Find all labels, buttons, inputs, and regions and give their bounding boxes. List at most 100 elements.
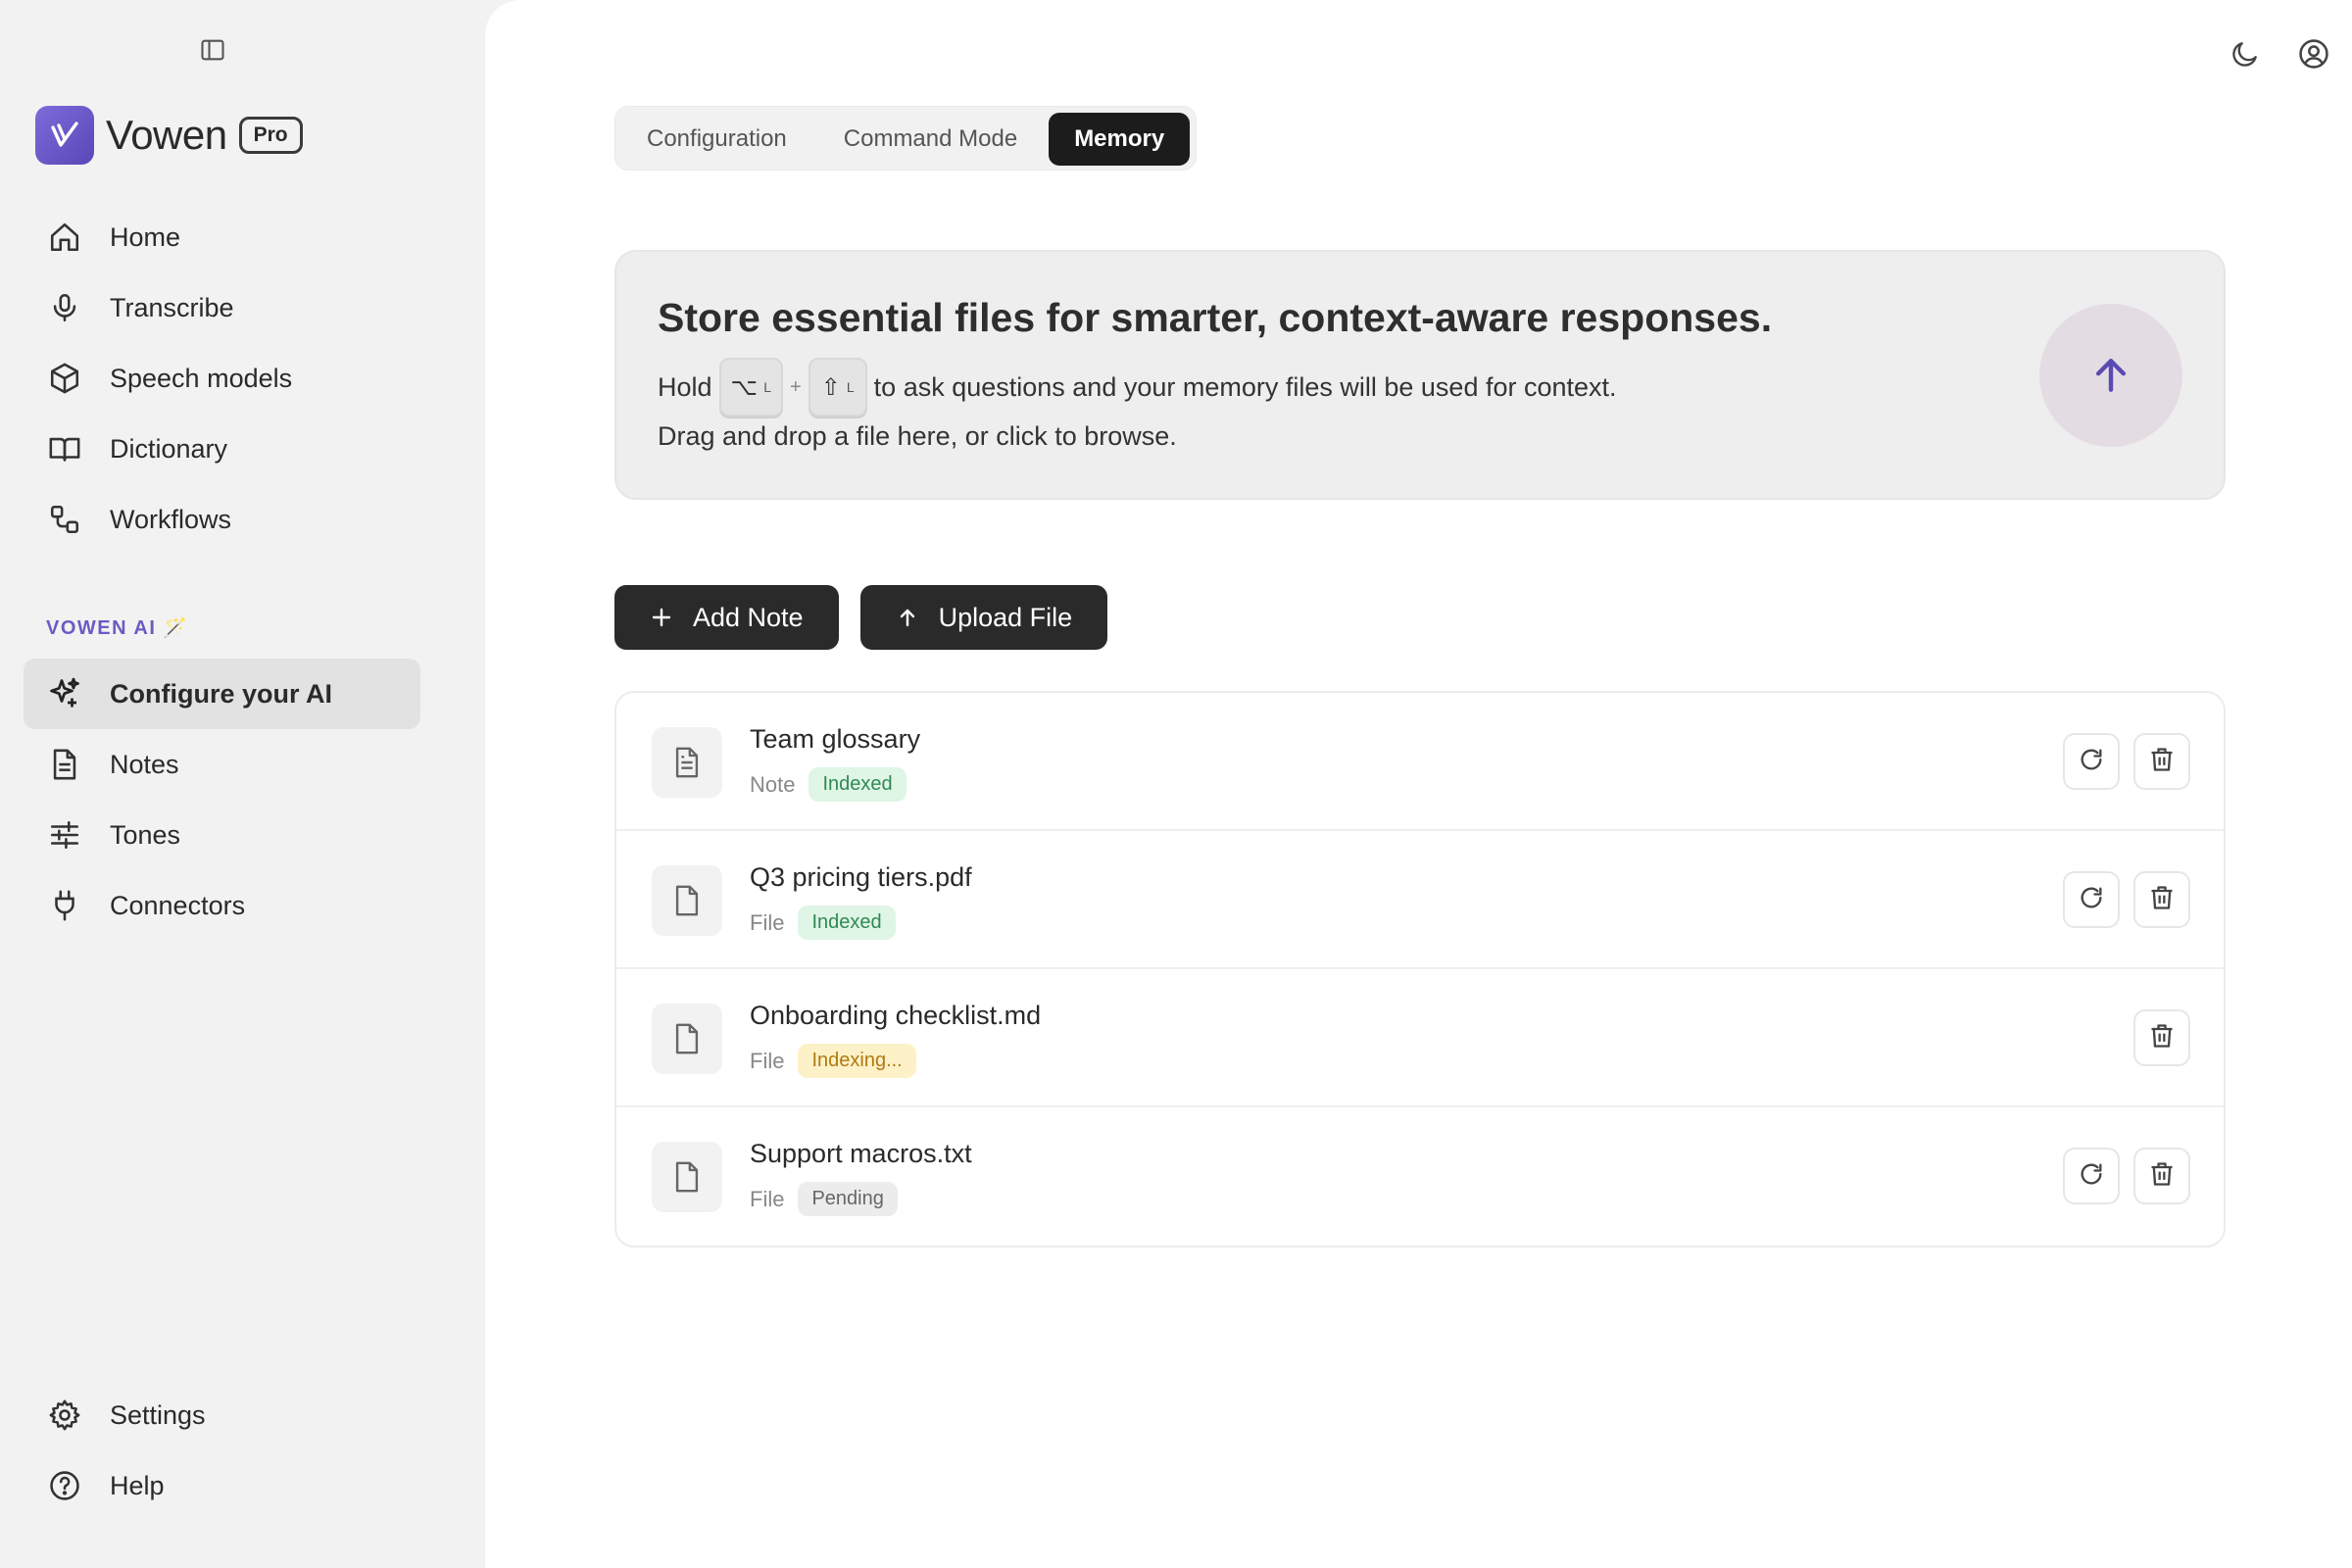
file-row[interactable]: Support macros.txt File Pending — [616, 1107, 2224, 1246]
upload-file-button[interactable]: Upload File — [859, 585, 1108, 650]
file-type: File — [750, 1048, 785, 1073]
file-icon — [652, 1142, 722, 1212]
hold-suffix-text: to ask questions and your memory files w… — [873, 371, 1617, 402]
refresh-button[interactable] — [2063, 1148, 2120, 1204]
sidebar-item-dictionary[interactable]: Dictionary — [24, 414, 420, 484]
dropzone-hint: Hold ⌥ L + ⇧ L to ask questions and your m… — [658, 358, 1617, 416]
cube-icon — [47, 361, 82, 396]
file-type: File — [750, 909, 785, 935]
option-key-glyph: ⌥ — [730, 373, 759, 401]
file-row[interactable]: Onboarding checklist.md File Indexing... — [616, 969, 2224, 1107]
arrow-up-icon — [896, 606, 919, 629]
sidebar-item-label: Configure your AI — [110, 678, 332, 709]
sidebar-item-label: Tones — [110, 819, 181, 850]
plus-icon — [650, 606, 673, 629]
delete-button[interactable] — [2133, 1148, 2190, 1204]
main-panel: Configuration Command Mode Memory Store … — [485, 0, 2352, 1568]
sidebar-item-label: Help — [110, 1470, 165, 1500]
sidebar-item-label: Workflows — [110, 504, 232, 534]
sidebar-item-tones[interactable]: Tones — [24, 800, 420, 870]
sidebar-item-settings[interactable]: Settings — [24, 1380, 420, 1450]
file-name: Support macros.txt — [750, 1139, 972, 1168]
sidebar-item-configure-ai[interactable]: Configure your AI — [24, 659, 420, 729]
status-badge: Pending — [798, 1182, 898, 1216]
file-meta: File Pending — [750, 1182, 898, 1216]
sidebar-item-label: Notes — [110, 749, 179, 779]
refresh-icon — [2078, 884, 2105, 916]
file-meta: Note Indexed — [750, 767, 906, 802]
dropzone-subtitle: Drag and drop a file here, or click to b… — [658, 421, 1177, 451]
memory-dropzone[interactable]: Store essential files for smarter, conte… — [614, 250, 2226, 500]
sidebar-item-home[interactable]: Home — [24, 202, 420, 272]
brand: Vowen Pro — [35, 106, 303, 165]
status-badge: Indexed — [808, 767, 906, 802]
delete-button[interactable] — [2133, 1009, 2190, 1066]
sidebar-item-connectors[interactable]: Connectors — [24, 870, 420, 941]
sidebar-toggle-icon[interactable] — [196, 33, 229, 67]
ai-nav: Configure your AI Notes Tones Connectors — [24, 659, 420, 941]
workflow-icon — [47, 502, 82, 537]
hold-text: Hold — [658, 371, 712, 402]
brand-name: Vowen — [106, 112, 227, 158]
note-file-icon — [652, 727, 722, 798]
add-note-button[interactable]: Add Note — [614, 585, 839, 650]
upload-file-label: Upload File — [938, 602, 1073, 632]
upload-arrow-icon[interactable] — [2039, 304, 2182, 447]
shift-key-glyph: ⇧ — [820, 373, 841, 401]
refresh-icon — [2078, 1160, 2105, 1193]
shift-key: ⇧ L — [808, 358, 867, 416]
help-icon — [47, 1468, 82, 1503]
sidebar-item-label: Connectors — [110, 890, 246, 920]
refresh-button[interactable] — [2063, 733, 2120, 790]
file-name: Team glossary — [750, 724, 921, 754]
option-key-side: L — [763, 379, 771, 395]
key-plus: + — [789, 375, 802, 398]
file-row[interactable]: Q3 pricing tiers.pdf File Indexed — [616, 831, 2224, 969]
sidebar-item-label: Home — [110, 221, 181, 252]
sidebar-item-label: Settings — [110, 1399, 206, 1430]
row-actions — [2063, 871, 2190, 928]
sidebar-item-transcribe[interactable]: Transcribe — [24, 272, 420, 343]
gear-icon — [47, 1397, 82, 1433]
trash-icon — [2148, 746, 2176, 778]
dropzone-title: Store essential files for smarter, conte… — [658, 295, 1773, 340]
memory-file-list: Team glossary Note Indexed Q3 pricing ti… — [614, 691, 2226, 1248]
trash-icon — [2148, 884, 2176, 916]
app-window: Vowen Pro Home Transcribe Speech models … — [0, 0, 2352, 1568]
file-meta: File Indexed — [750, 906, 896, 940]
home-icon — [47, 220, 82, 255]
action-bar: Add Note Upload File — [614, 585, 1108, 650]
row-actions — [2063, 733, 2190, 790]
tab-command-mode[interactable]: Command Mode — [818, 113, 1043, 166]
account-icon[interactable] — [2295, 35, 2332, 73]
tab-memory[interactable]: Memory — [1049, 113, 1191, 166]
sidebar-item-notes[interactable]: Notes — [24, 729, 420, 800]
status-badge: Indexed — [798, 906, 896, 940]
file-type: Note — [750, 771, 796, 797]
file-name: Onboarding checklist.md — [750, 1001, 1042, 1030]
file-meta: File Indexing... — [750, 1044, 916, 1078]
row-actions — [2063, 1148, 2190, 1204]
tab-configuration[interactable]: Configuration — [621, 113, 812, 166]
delete-button[interactable] — [2133, 871, 2190, 928]
file-row[interactable]: Team glossary Note Indexed — [616, 693, 2224, 831]
sidebar-item-workflows[interactable]: Workflows — [24, 484, 420, 555]
sidebar-item-help[interactable]: Help — [24, 1450, 420, 1521]
tab-bar: Configuration Command Mode Memory — [614, 106, 1198, 171]
sidebar-item-label: Dictionary — [110, 433, 228, 464]
row-actions — [2133, 1009, 2190, 1066]
add-note-label: Add Note — [693, 602, 804, 632]
sparkles-icon — [47, 676, 82, 711]
sliders-icon — [47, 817, 82, 853]
refresh-button[interactable] — [2063, 871, 2120, 928]
book-icon — [47, 431, 82, 466]
dark-mode-toggle-icon[interactable] — [2227, 35, 2264, 73]
sidebar-item-label: Speech models — [110, 363, 293, 393]
sidebar-item-speech-models[interactable]: Speech models — [24, 343, 420, 414]
sidebar-item-label: Transcribe — [110, 292, 234, 322]
shift-key-side: L — [846, 379, 855, 395]
file-type: File — [750, 1186, 785, 1211]
status-badge: Indexing... — [798, 1044, 916, 1078]
file-icon — [652, 865, 722, 936]
delete-button[interactable] — [2133, 733, 2190, 790]
